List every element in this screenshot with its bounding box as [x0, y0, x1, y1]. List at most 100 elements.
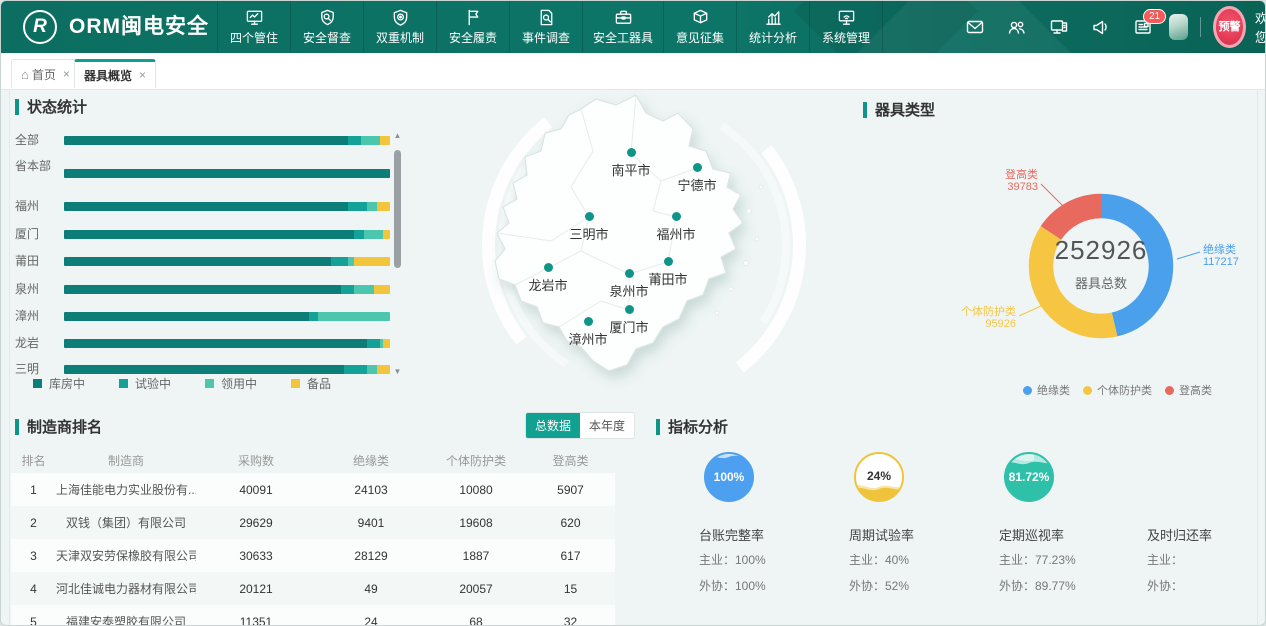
toggle-本年度[interactable]: 本年度: [580, 413, 634, 438]
mail-icon: [965, 17, 985, 37]
city-label: 龙岩市: [516, 275, 580, 294]
city-marker-三明市[interactable]: 三明市: [557, 212, 621, 243]
city-marker-福州市[interactable]: 福州市: [644, 212, 708, 243]
legend-label: 登高类: [1179, 382, 1212, 398]
flag-icon: [464, 8, 483, 27]
nav-item-8[interactable]: 统计分析: [736, 1, 809, 53]
chart-scrollbar[interactable]: ▲ ▼: [393, 132, 402, 376]
map-outline: [431, 91, 861, 401]
nav-item-6[interactable]: 安全工器具: [582, 1, 663, 53]
nav-item-2[interactable]: 安全督查: [290, 1, 363, 53]
tab-close-icon[interactable]: ×: [63, 67, 70, 81]
nav-item-3[interactable]: 双重机制: [363, 1, 436, 53]
city-dot-icon[interactable]: [693, 163, 702, 172]
city-marker-龙岩市[interactable]: 龙岩市: [516, 263, 580, 294]
bar-segment: [377, 365, 390, 374]
city-dot-icon[interactable]: [625, 305, 634, 314]
indicator-label: 定期巡视率: [999, 525, 1064, 544]
equipment-type-donut[interactable]: [1021, 186, 1181, 346]
top-navbar: R ORM闽电安全 四个管住安全督查双重机制安全履责事件调查安全工器具意见征集统…: [1, 1, 1265, 53]
toolbox-icon: [614, 8, 633, 27]
title-marker: [656, 419, 660, 435]
app-logo[interactable]: R: [23, 10, 57, 44]
bar-segment: [383, 230, 390, 239]
donut-legend-item-个体防护类[interactable]: 个体防护类: [1083, 382, 1152, 398]
legend-label: 个体防护类: [1097, 382, 1152, 398]
legend-swatch: [291, 379, 300, 388]
status-bar-label: 福州: [15, 199, 51, 213]
city-dot-icon[interactable]: [544, 263, 553, 272]
table-cell: 1: [11, 483, 56, 497]
legend-item-领用中[interactable]: 领用中: [205, 375, 257, 392]
avatar[interactable]: [1169, 14, 1188, 40]
indicator-label: 台账完整率: [699, 525, 764, 544]
donut-legend-item-绝缘类[interactable]: 绝缘类: [1023, 382, 1070, 398]
table-cell: 10080: [426, 483, 526, 497]
scroll-thumb[interactable]: [394, 150, 401, 268]
city-dot-icon[interactable]: [672, 212, 681, 221]
app-title: ORM闽电安全: [69, 1, 209, 53]
section-title-status: 状态统计: [15, 96, 87, 117]
city-dot-icon[interactable]: [585, 212, 594, 221]
tab-器具概览[interactable]: 器具概览×: [74, 59, 156, 88]
city-marker-宁德市[interactable]: 宁德市: [665, 163, 729, 194]
donut-legend-item-登高类[interactable]: 登高类: [1165, 382, 1212, 398]
scroll-down-icon[interactable]: ▼: [393, 368, 402, 376]
status-bar: [64, 257, 390, 266]
section-title-text: 状态统计: [27, 96, 87, 117]
notification-count-badge: 21: [1143, 9, 1166, 24]
nav-item-1[interactable]: 四个管住: [217, 1, 290, 53]
status-bar-label: 龙岩: [15, 336, 51, 350]
callout-value: 95926: [931, 318, 1016, 330]
city-dot-icon[interactable]: [664, 257, 673, 266]
screens-icon[interactable]: [1049, 17, 1069, 37]
city-dot-icon[interactable]: [625, 269, 634, 278]
status-bar: [64, 136, 390, 145]
bar-segment: [354, 285, 374, 294]
bar-segment: [318, 312, 390, 321]
fujian-map: 南平市宁德市三明市福州市龙岩市莆田市泉州市厦门市漳州市: [431, 91, 861, 401]
bar-segment: [361, 136, 381, 145]
city-marker-漳州市[interactable]: 漳州市: [556, 317, 620, 348]
liquid-gauge: 81.72%: [1003, 451, 1055, 503]
nav-item-5[interactable]: 事件调查: [509, 1, 582, 53]
section-title-indicators: 指标分析: [656, 416, 728, 437]
city-dot-icon[interactable]: [627, 148, 636, 157]
status-bar-label: 三明: [15, 362, 51, 376]
table-row: 1上海佳能电力实业股份有...4009124103100805907: [11, 473, 615, 506]
indicator-label: 及时归还率: [1147, 525, 1212, 544]
nav-item-4[interactable]: 安全履责: [436, 1, 509, 53]
alert-badge[interactable]: 预警: [1213, 6, 1246, 48]
legend-item-库房中[interactable]: 库房中: [33, 375, 85, 392]
bar-segment: [354, 257, 390, 266]
scroll-up-icon[interactable]: ▲: [393, 132, 402, 140]
indicator-main-rate: 主业：: [1147, 551, 1183, 568]
bar-chart-icon: [764, 8, 783, 27]
nav-item-label: 系统管理: [822, 29, 870, 46]
city-marker-泉州市[interactable]: 泉州市: [597, 269, 661, 300]
bar-segment: [380, 136, 390, 145]
donut-callout-个体防护类: 个体防护类95926: [931, 306, 1016, 330]
legend-label: 试验中: [135, 375, 171, 392]
city-dot-icon[interactable]: [584, 317, 593, 326]
city-marker-南平市[interactable]: 南平市: [599, 148, 663, 179]
tab-close-icon[interactable]: ×: [139, 68, 146, 82]
nav-item-7[interactable]: 意见征集: [663, 1, 736, 53]
legend-item-备品[interactable]: 备品: [291, 375, 331, 392]
table-cell: 1887: [426, 549, 526, 563]
tab-bar: ⌂首页×器具概览×: [1, 53, 1265, 90]
nav-item-9[interactable]: 系统管理: [809, 1, 883, 53]
header-right: 21 预警 欢迎您: [943, 1, 1265, 53]
tab-首页[interactable]: ⌂首页×: [11, 59, 80, 88]
column-header: 制造商: [56, 452, 196, 469]
indicator-sub-rate: 外协：100%: [699, 577, 766, 594]
users-icon[interactable]: [1007, 17, 1027, 37]
indicator-定期巡视率: 81.72%定期巡视率主业：77.23%外协：89.77%: [995, 451, 1140, 503]
megaphone-icon[interactable]: [1091, 17, 1111, 37]
legend-item-试验中[interactable]: 试验中: [119, 375, 171, 392]
toggle-总数据[interactable]: 总数据: [526, 413, 580, 438]
mail-icon[interactable]: [965, 17, 985, 37]
news-icon[interactable]: 21: [1133, 17, 1153, 37]
indicator-台账完整率: 100%台账完整率主业：100%外协：100%: [695, 451, 840, 503]
column-header: 登高类: [526, 452, 615, 469]
